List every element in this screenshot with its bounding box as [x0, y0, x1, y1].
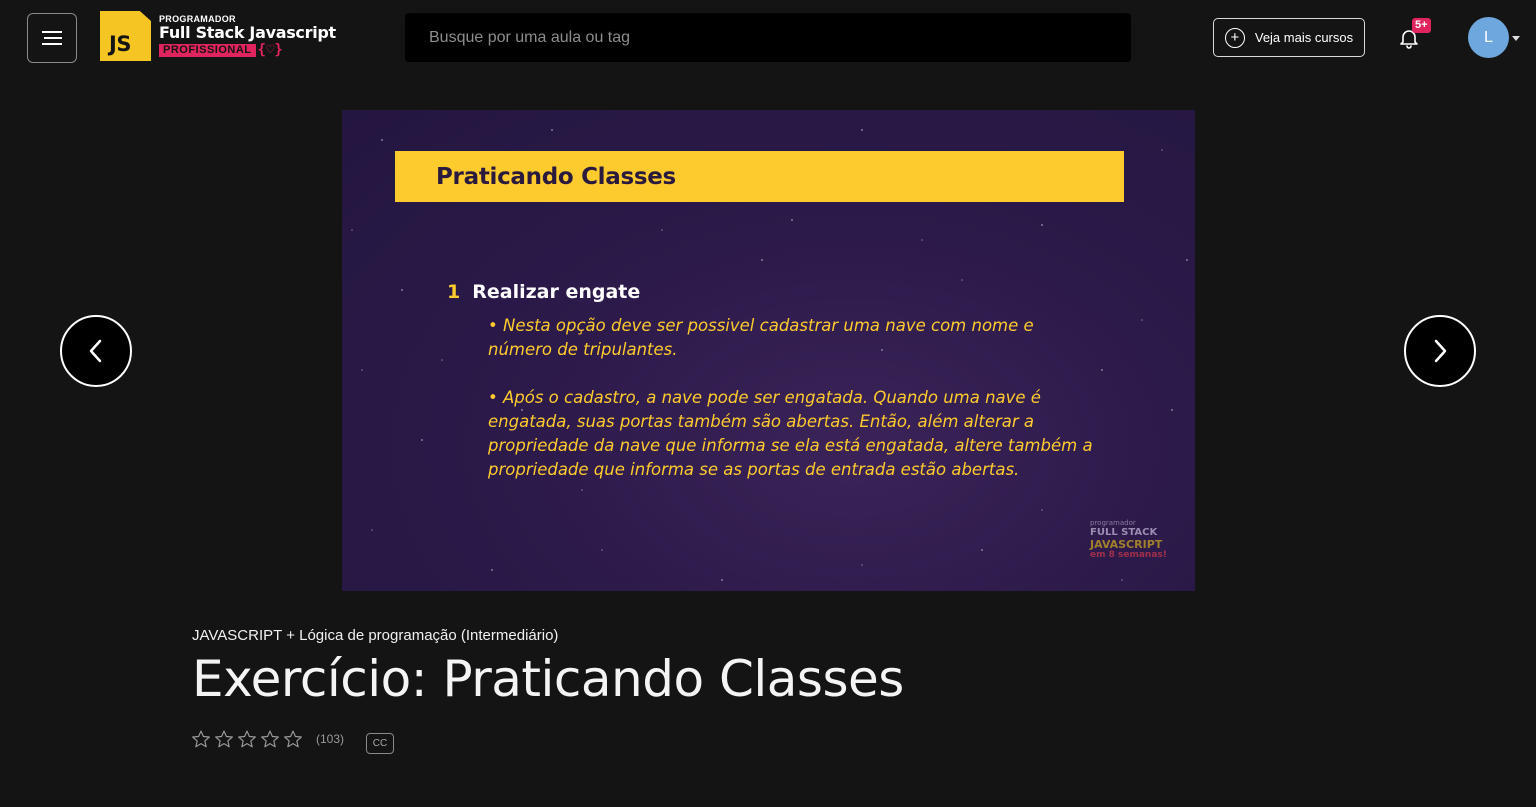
slide-bullet: • Nesta opção deve ser possivel cadastra… — [488, 316, 1034, 359]
avatar[interactable]: L — [1468, 17, 1509, 58]
slide-title: Praticando Classes — [436, 163, 676, 190]
more-courses-button[interactable]: + Veja mais cursos — [1213, 18, 1365, 57]
previous-lesson-button[interactable] — [60, 315, 132, 387]
plus-circle-icon: + — [1224, 27, 1245, 48]
slide-item-number: 1 — [447, 281, 461, 303]
notification-badge: 5+ — [1412, 18, 1431, 33]
logo-brace: {♡} — [257, 42, 283, 58]
star-icon[interactable] — [283, 729, 303, 749]
star-icon[interactable] — [191, 729, 211, 749]
hamburger-icon — [42, 31, 62, 45]
more-courses-label: Veja mais cursos — [1254, 30, 1354, 45]
watermark-line: em 8 semanas! — [1090, 550, 1167, 560]
star-icon[interactable] — [237, 729, 257, 749]
star-icon[interactable] — [260, 729, 280, 749]
course-logo[interactable]: JS PROGRAMADOR Full Stack Javascript PRO… — [100, 10, 336, 62]
chevron-right-icon — [1434, 339, 1447, 363]
slide-title-bar: Praticando Classes — [395, 151, 1124, 202]
chevron-left-icon — [89, 339, 102, 363]
slide-watermark-logo: programador FULL STACK JAVASCRIPT em 8 s… — [1090, 520, 1167, 560]
cc-label: CC — [372, 738, 388, 749]
watermark-line: JAVASCRIPT — [1090, 538, 1163, 551]
watermark-line: FULL STACK — [1090, 527, 1158, 538]
rating: (103) — [191, 729, 344, 749]
rating-count: (103) — [316, 732, 345, 746]
chevron-down-icon[interactable] — [1512, 36, 1520, 41]
lesson-title: Exercício: Praticando Classes — [192, 650, 904, 708]
avatar-initial: L — [1484, 28, 1493, 46]
logo-tag: PROFISSIONAL — [159, 43, 256, 57]
watermark-kicker: programador — [1090, 519, 1136, 527]
search-input[interactable] — [429, 28, 1131, 47]
slide-bullet: • Após o cadastro, a nave pode ser engat… — [488, 388, 1093, 479]
next-lesson-button[interactable] — [1404, 315, 1476, 387]
logo-title: Full Stack Javascript — [159, 23, 336, 42]
menu-button[interactable] — [27, 13, 77, 63]
lesson-video-player[interactable]: Praticando Classes 1 Realizar engate • N… — [342, 110, 1195, 591]
js-logo-icon: JS — [100, 11, 151, 61]
closed-captions-button[interactable]: CC — [366, 733, 394, 754]
slide-item-title: Realizar engate — [472, 281, 641, 303]
course-name: JAVASCRIPT + Lógica de programação (Inte… — [192, 627, 559, 644]
star-icon[interactable] — [214, 729, 234, 749]
search-bar[interactable] — [405, 13, 1131, 62]
